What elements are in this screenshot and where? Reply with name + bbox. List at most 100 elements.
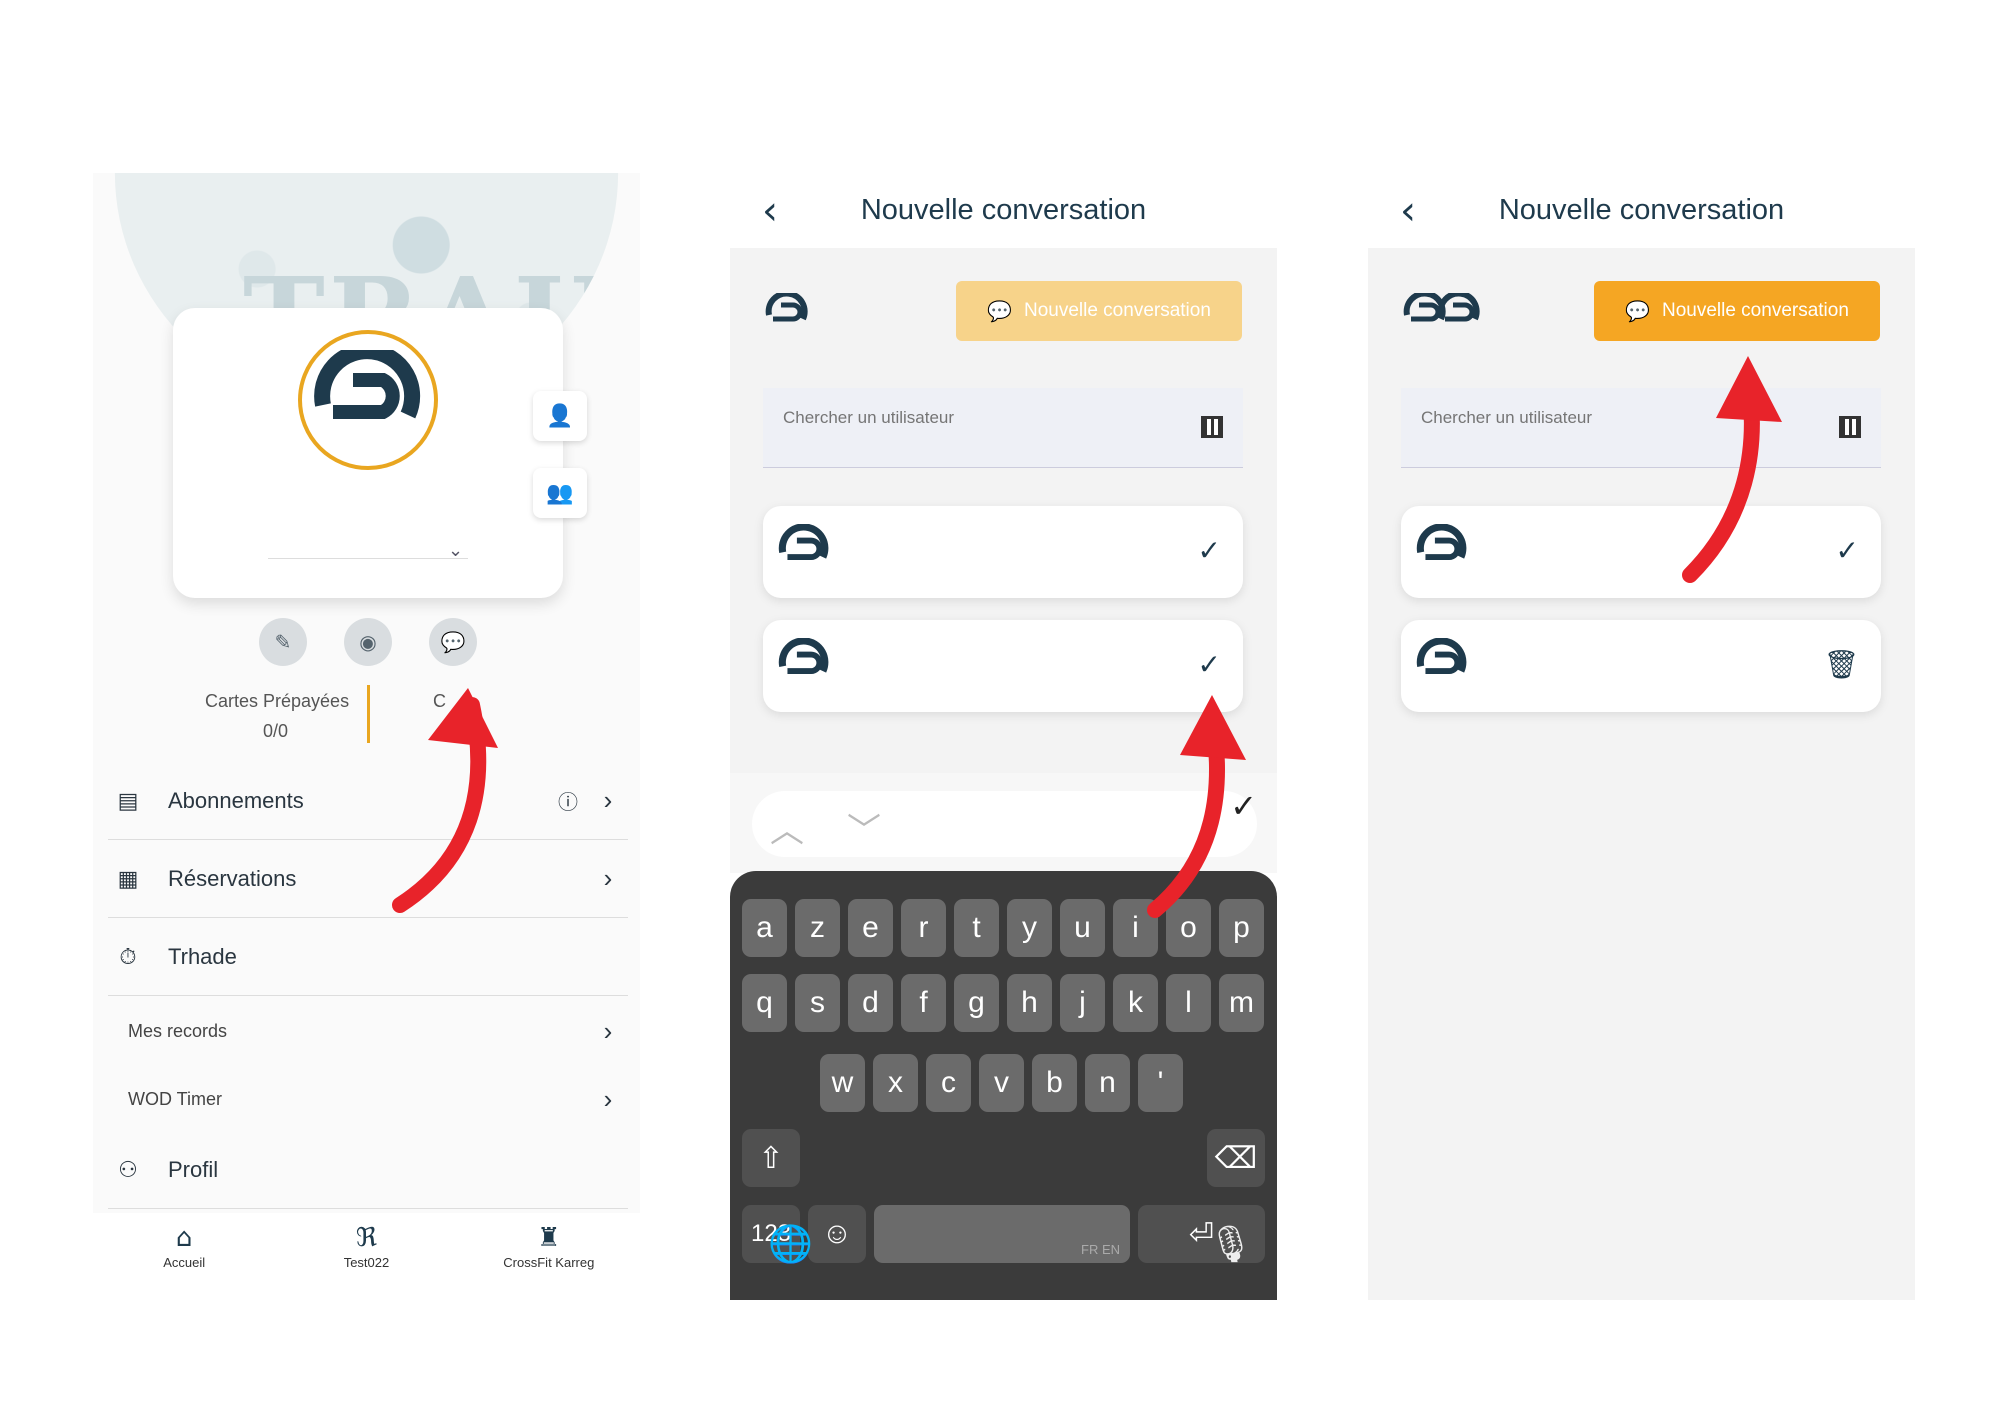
key-q[interactable]: q — [742, 974, 787, 1032]
menu-item-reservations[interactable]: ▦ Réservations › — [108, 840, 628, 918]
chevron-right-icon: › — [603, 1083, 613, 1114]
app-logo-icon — [1403, 290, 1480, 322]
microphone-icon[interactable]: 🎙 — [1208, 1223, 1254, 1265]
user-result-item[interactable]: ✓ — [1401, 506, 1881, 598]
user-result-item[interactable]: ✓ — [763, 506, 1243, 598]
prepaid-cards-label: Cartes Prépayées — [205, 691, 350, 711]
chat-bubbles-icon: 💬 — [1625, 300, 1650, 323]
key-a[interactable]: a — [742, 899, 787, 957]
key-o[interactable]: o — [1166, 899, 1211, 957]
edit-button[interactable]: ✎ — [259, 618, 307, 666]
keyboard-accessory-bar: ︿ ﹀ ✓ — [730, 773, 1277, 873]
checkmark-icon[interactable]: ✓ — [1198, 534, 1221, 567]
user-result-item[interactable]: ✓ — [763, 620, 1243, 712]
user-search-field[interactable] — [763, 388, 1243, 468]
key-h[interactable]: h — [1007, 974, 1052, 1032]
nav-accueil[interactable]: ⌂ Accueil — [104, 1223, 264, 1270]
menu-item-trhade[interactable]: ⏱ Trhade — [108, 918, 628, 996]
chat-button[interactable]: 💬 — [429, 618, 477, 666]
menu-item-label: Abonnements — [168, 787, 304, 813]
globe-icon[interactable]: 🌐 — [768, 1223, 813, 1265]
pencil-icon: ✎ — [274, 630, 292, 654]
group-button[interactable]: 👥 — [533, 468, 587, 518]
menu-item-label: Trhade — [168, 943, 237, 969]
shift-key[interactable]: ⇧ — [742, 1129, 800, 1187]
key-d[interactable]: d — [848, 974, 893, 1032]
checkmark-icon[interactable]: ✓ — [1836, 534, 1859, 567]
key-b[interactable]: b — [1032, 1054, 1077, 1112]
back-arrow-icon[interactable]: ‹ — [730, 188, 810, 234]
key-n[interactable]: n — [1085, 1054, 1130, 1112]
menu-item-abonnements[interactable]: ▤ Abonnements ⓘ › — [108, 762, 628, 840]
profile-card: ⌄ — [173, 308, 563, 598]
space-language-hint: FR EN — [1081, 1242, 1120, 1257]
qr-code-icon[interactable] — [1839, 416, 1861, 438]
app-logo-icon — [778, 524, 829, 561]
key-r[interactable]: r — [901, 899, 946, 957]
menu-item-mes-records[interactable]: Mes records › — [108, 999, 628, 1063]
camera-icon: ◉ — [359, 630, 377, 654]
back-arrow-icon[interactable]: ‹ — [1368, 188, 1448, 234]
search-input[interactable] — [1421, 408, 1801, 428]
backspace-key[interactable]: ⌫ — [1207, 1129, 1265, 1187]
info-icon[interactable]: ⓘ — [548, 786, 588, 815]
chat-bubbles-icon: 💬 — [440, 630, 466, 654]
key-x[interactable]: x — [873, 1054, 918, 1112]
nav-test022[interactable]: ℜ Test022 — [286, 1223, 446, 1270]
trash-icon[interactable]: 🗑 — [1823, 648, 1859, 681]
key-s[interactable]: s — [795, 974, 840, 1032]
id-card-icon: ▤ — [117, 787, 139, 813]
key-apostrophe[interactable]: ' — [1138, 1054, 1183, 1112]
screen-header: ‹ Nouvelle conversation — [730, 173, 1277, 248]
selected-users-logos — [1403, 290, 1483, 337]
key-g[interactable]: g — [954, 974, 999, 1032]
space-key[interactable]: FR EN — [874, 1205, 1130, 1263]
emoji-icon: ☺ — [821, 1217, 853, 1250]
stopwatch-icon: ⏱ — [119, 943, 137, 969]
key-m[interactable]: m — [1219, 974, 1264, 1032]
key-k[interactable]: k — [1113, 974, 1158, 1032]
key-t[interactable]: t — [954, 899, 999, 957]
emoji-key[interactable]: ☺ — [808, 1205, 866, 1263]
menu-item-label: Profil — [168, 1156, 219, 1182]
add-friend-button[interactable]: 👤 — [533, 391, 587, 441]
key-p[interactable]: p — [1219, 899, 1264, 957]
group-icon: 👥 — [546, 480, 574, 506]
search-input[interactable] — [783, 408, 1163, 428]
key-z[interactable]: z — [795, 899, 840, 957]
menu-item-label: Réservations — [168, 865, 297, 891]
app-logo-icon — [778, 638, 829, 675]
key-w[interactable]: w — [820, 1054, 865, 1112]
menu-item-wod-timer[interactable]: WOD Timer › — [108, 1067, 628, 1131]
menu-item-label: WOD Timer — [128, 1088, 222, 1109]
button-label: Nouvelle conversation — [1661, 300, 1849, 321]
camera-button[interactable]: ◉ — [344, 618, 392, 666]
nav-label: Accueil — [163, 1255, 206, 1270]
prepaid-cards-value: 0/0 — [263, 721, 289, 741]
checkmark-icon[interactable]: ✓ — [1198, 648, 1221, 681]
qr-code-icon[interactable] — [1201, 416, 1223, 438]
key-v[interactable]: v — [979, 1054, 1024, 1112]
user-result-item[interactable]: 🗑 — [1401, 620, 1881, 712]
key-f[interactable]: f — [901, 974, 946, 1032]
key-l[interactable]: l — [1166, 974, 1211, 1032]
key-c[interactable]: c — [926, 1054, 971, 1112]
user-search-field[interactable] — [1401, 388, 1881, 468]
key-e[interactable]: e — [848, 899, 893, 957]
chevron-up-icon[interactable]: ︿ — [770, 803, 804, 852]
key-y[interactable]: y — [1007, 899, 1052, 957]
page-title: Nouvelle conversation — [1498, 194, 1785, 226]
key-j[interactable]: j — [1060, 974, 1105, 1032]
profile-avatar[interactable] — [298, 330, 438, 470]
new-conversation-button-disabled[interactable]: 💬 Nouvelle conversation — [956, 281, 1242, 341]
key-u[interactable]: u — [1060, 899, 1105, 957]
menu-item-profil[interactable]: ⚇ Profil — [108, 1131, 628, 1209]
chevron-down-icon[interactable]: ⌄ — [448, 540, 463, 561]
nav-crossfit-karreg[interactable]: ♜ CrossFit Karreg — [469, 1223, 629, 1270]
done-check-icon[interactable]: ✓ — [1230, 787, 1257, 825]
chevron-down-icon[interactable]: ﹀ — [847, 803, 881, 852]
nav-label: CrossFit Karreg — [503, 1255, 595, 1270]
key-i[interactable]: i — [1113, 899, 1158, 957]
new-conversation-button[interactable]: 💬 Nouvelle conversation — [1594, 281, 1880, 341]
gym-logo-icon: ♜ — [537, 1223, 561, 1253]
